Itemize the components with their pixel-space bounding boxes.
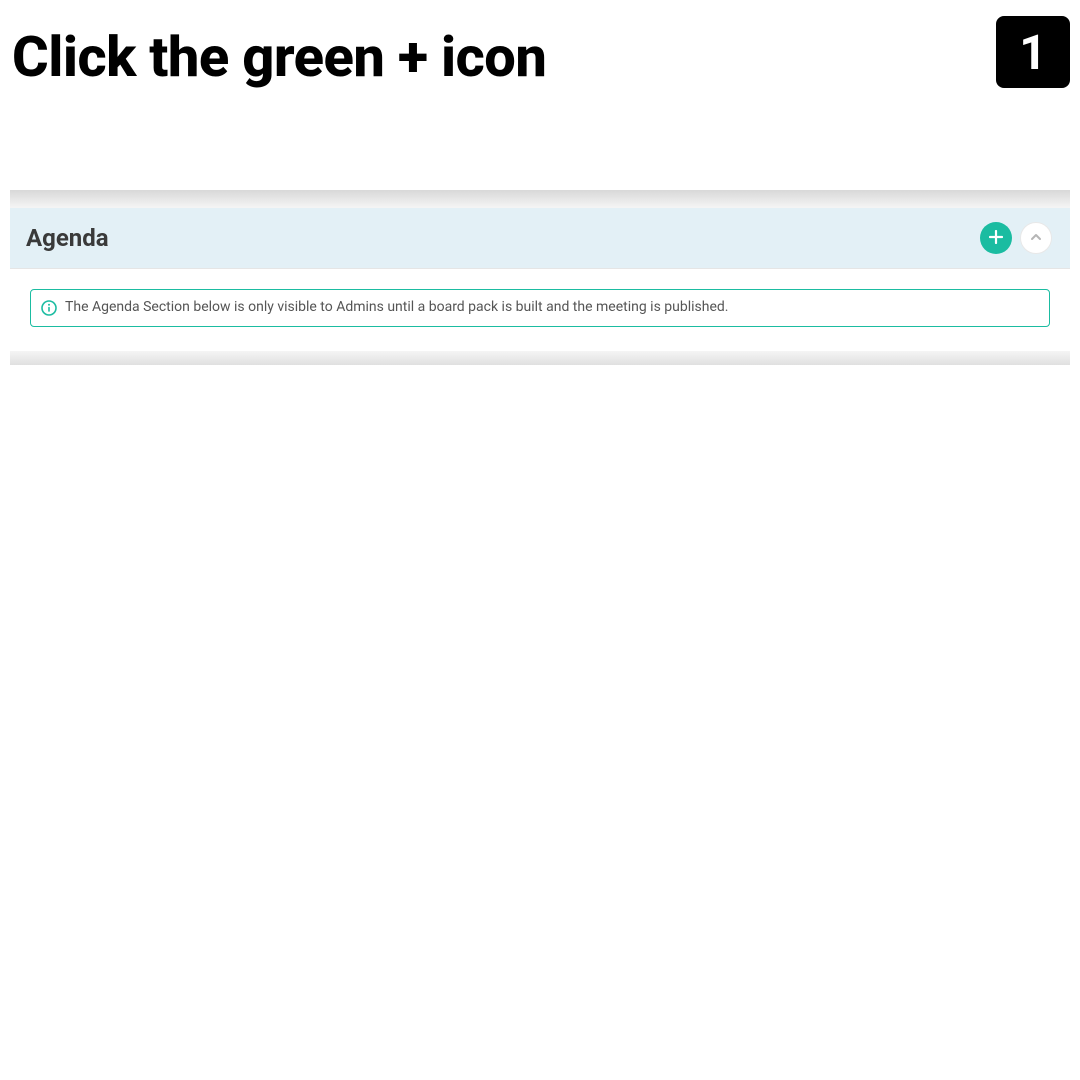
page-title: Click the green + icon — [0, 0, 1080, 90]
agenda-title: Agenda — [26, 224, 109, 252]
info-icon — [41, 300, 57, 316]
step-number-badge: 1 — [996, 16, 1070, 88]
add-button[interactable] — [980, 222, 1012, 254]
panel-top-divider — [10, 190, 1070, 208]
info-banner: The Agenda Section below is only visible… — [30, 289, 1050, 327]
info-text: The Agenda Section below is only visible… — [65, 298, 728, 318]
agenda-header: Agenda — [10, 208, 1070, 269]
plus-icon — [989, 230, 1003, 247]
agenda-controls — [980, 222, 1052, 254]
collapse-button[interactable] — [1020, 222, 1052, 254]
agenda-panel: Agenda — [10, 190, 1070, 365]
info-section: The Agenda Section below is only visible… — [10, 269, 1070, 351]
chevron-up-icon — [1030, 231, 1042, 246]
panel-bottom-divider — [10, 351, 1070, 365]
